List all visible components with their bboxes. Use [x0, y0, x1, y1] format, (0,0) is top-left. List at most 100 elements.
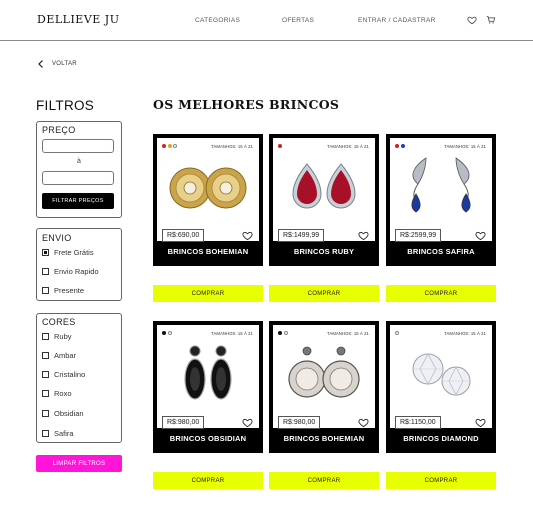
buy-button[interactable]: COMPRAR — [269, 472, 379, 489]
checkbox[interactable] — [42, 371, 49, 378]
product-price: R$:690,00 — [162, 229, 205, 242]
color-dots — [395, 331, 401, 335]
cart-icon[interactable] — [486, 15, 496, 25]
product-price: R$:980,00 — [162, 416, 205, 429]
earring-image — [292, 163, 356, 209]
shipping-filter-box: ENVIO Frete Grátis Envio Rapido Presente — [36, 228, 122, 301]
color-dot[interactable] — [395, 331, 399, 335]
product-sizes: TAMANHOS: 15 À 21 — [444, 144, 486, 149]
product-price: R$:2599,99 — [395, 229, 442, 242]
color-dot[interactable] — [283, 331, 288, 335]
option-label: Presente — [54, 286, 85, 295]
checkbox[interactable] — [42, 410, 49, 417]
earring-image — [169, 167, 247, 209]
product-card[interactable]: TAMANHOS: 15 À 21 R$:690,00 BRINCOS BOHE… — [153, 134, 263, 266]
nav-categorias[interactable]: CATEGORIAS — [195, 17, 240, 24]
clear-filters-button[interactable]: LIMPAR FILTROS — [36, 455, 122, 472]
product-card[interactable]: TAMANHOS: 15 À 21 R$:980,00 BRINCOS BOHE… — [269, 321, 379, 453]
product-sizes: TAMANHOS: 15 À 21 — [327, 144, 369, 149]
back-link[interactable]: VOLTAR — [36, 58, 77, 70]
nav-ofertas[interactable]: OFERTAS — [282, 17, 314, 24]
heart-icon[interactable] — [242, 417, 253, 428]
color-dot[interactable] — [167, 144, 172, 148]
color-dot[interactable] — [400, 144, 405, 148]
site-header: DELLIEVE JU CATEGORIAS OFERTAS ENTRAR / … — [0, 0, 533, 41]
checkbox[interactable] — [42, 287, 49, 294]
color-dots — [162, 144, 179, 148]
option-label: Roxo — [54, 389, 72, 398]
price-max-input[interactable] — [42, 171, 114, 185]
heart-icon[interactable] — [358, 230, 369, 241]
color-dot[interactable] — [162, 144, 166, 148]
checkbox[interactable] — [42, 333, 49, 340]
shipping-option-frete-gratis[interactable]: Frete Grátis — [42, 248, 94, 257]
heart-icon[interactable] — [467, 15, 477, 25]
product-image-area: TAMANHOS: 15 À 21 R$:1499,99 — [273, 138, 375, 242]
option-label: Ruby — [54, 332, 72, 341]
brand-logo[interactable]: DELLIEVE JU — [37, 13, 119, 26]
product-name: BRINCOS DIAMOND — [403, 434, 479, 443]
product-card[interactable]: TAMANHOS: 15 À 21 R$:1499,99 BRINCOS RUB… — [269, 134, 379, 266]
filters-title: FILTROS — [36, 98, 95, 113]
product-card[interactable]: TAMANHOS: 15 À 21 R$:980,00 BRINCOS OBSI… — [153, 321, 263, 453]
color-option-ambar[interactable]: Ambar — [42, 351, 76, 360]
product-card[interactable]: TAMANHOS: 15 À 21 R$:1150,00 BRINCOS DIA… — [386, 321, 496, 453]
checkbox[interactable] — [42, 430, 49, 437]
product-image-area: TAMANHOS: 15 À 21 R$:2599,99 — [390, 138, 492, 242]
option-label: Obsidian — [54, 409, 84, 418]
color-dot[interactable] — [278, 331, 282, 335]
color-option-obsidian[interactable]: Obsidian — [42, 409, 84, 418]
chevron-left-icon — [38, 60, 43, 68]
heart-icon[interactable] — [475, 230, 486, 241]
color-option-roxo[interactable]: Roxo — [42, 389, 72, 398]
color-dot[interactable] — [173, 144, 177, 148]
product-sizes: TAMANHOS: 15 À 21 — [211, 331, 253, 336]
product-name: BRINCOS RUBY — [293, 247, 355, 256]
option-label: Safira — [54, 429, 74, 438]
product-sizes: TAMANHOS: 15 À 21 — [211, 144, 253, 149]
price-min-input[interactable] — [42, 139, 114, 153]
checkbox[interactable] — [42, 352, 49, 359]
filter-price-button[interactable]: FILTRAR PREÇOS — [42, 193, 114, 209]
nav-login[interactable]: ENTRAR / CADASTRAR — [358, 17, 436, 24]
color-option-ruby[interactable]: Ruby — [42, 332, 72, 341]
colors-filter-box: CORES Ruby Ambar Cristalino Roxo Obsidia… — [36, 313, 122, 443]
heart-icon[interactable] — [358, 417, 369, 428]
heart-icon[interactable] — [242, 230, 253, 241]
buy-button[interactable]: COMPRAR — [386, 285, 496, 302]
color-option-cristalino[interactable]: Cristalino — [42, 370, 85, 379]
shipping-option-envio-rapido[interactable]: Envio Rapido — [42, 267, 99, 276]
color-dot[interactable] — [167, 331, 172, 335]
back-label: VOLTAR — [52, 61, 77, 67]
earring-image — [412, 353, 471, 396]
product-price: R$:980,00 — [278, 416, 321, 429]
color-option-safira[interactable]: Safira — [42, 429, 74, 438]
color-dot[interactable] — [162, 331, 166, 335]
color-dots — [278, 331, 289, 335]
checkbox[interactable] — [42, 249, 49, 256]
product-name: BRINCOS BOHEMIAN — [167, 247, 249, 256]
option-label: Ambar — [54, 351, 77, 360]
checkbox[interactable] — [42, 268, 49, 275]
price-separator: à — [77, 158, 81, 165]
product-name: BRINCOS SAFIRA — [407, 247, 475, 256]
buy-button[interactable]: COMPRAR — [153, 472, 263, 489]
earring-image — [288, 346, 360, 398]
product-sizes: TAMANHOS: 15 À 21 — [444, 331, 486, 336]
product-image-area: TAMANHOS: 15 À 21 R$:980,00 — [273, 325, 375, 429]
color-dots — [278, 144, 284, 148]
product-price: R$:1150,00 — [395, 416, 441, 429]
colors-filter-title: CORES — [42, 317, 76, 327]
shipping-option-presente[interactable]: Presente — [42, 286, 84, 295]
product-card[interactable]: TAMANHOS: 15 À 21 R$:2599,99 BRINCOS SAF… — [386, 134, 496, 266]
price-filter-box: PREÇO à FILTRAR PREÇOS — [36, 121, 122, 218]
heart-icon[interactable] — [475, 417, 486, 428]
buy-button[interactable]: COMPRAR — [153, 285, 263, 302]
checkbox[interactable] — [42, 390, 49, 397]
option-label: Envio Rapido — [54, 267, 99, 276]
buy-button[interactable]: COMPRAR — [386, 472, 496, 489]
color-dot[interactable] — [278, 144, 282, 148]
buy-button[interactable]: COMPRAR — [269, 285, 379, 302]
color-dot[interactable] — [395, 144, 399, 148]
price-filter-title: PREÇO — [42, 125, 76, 135]
